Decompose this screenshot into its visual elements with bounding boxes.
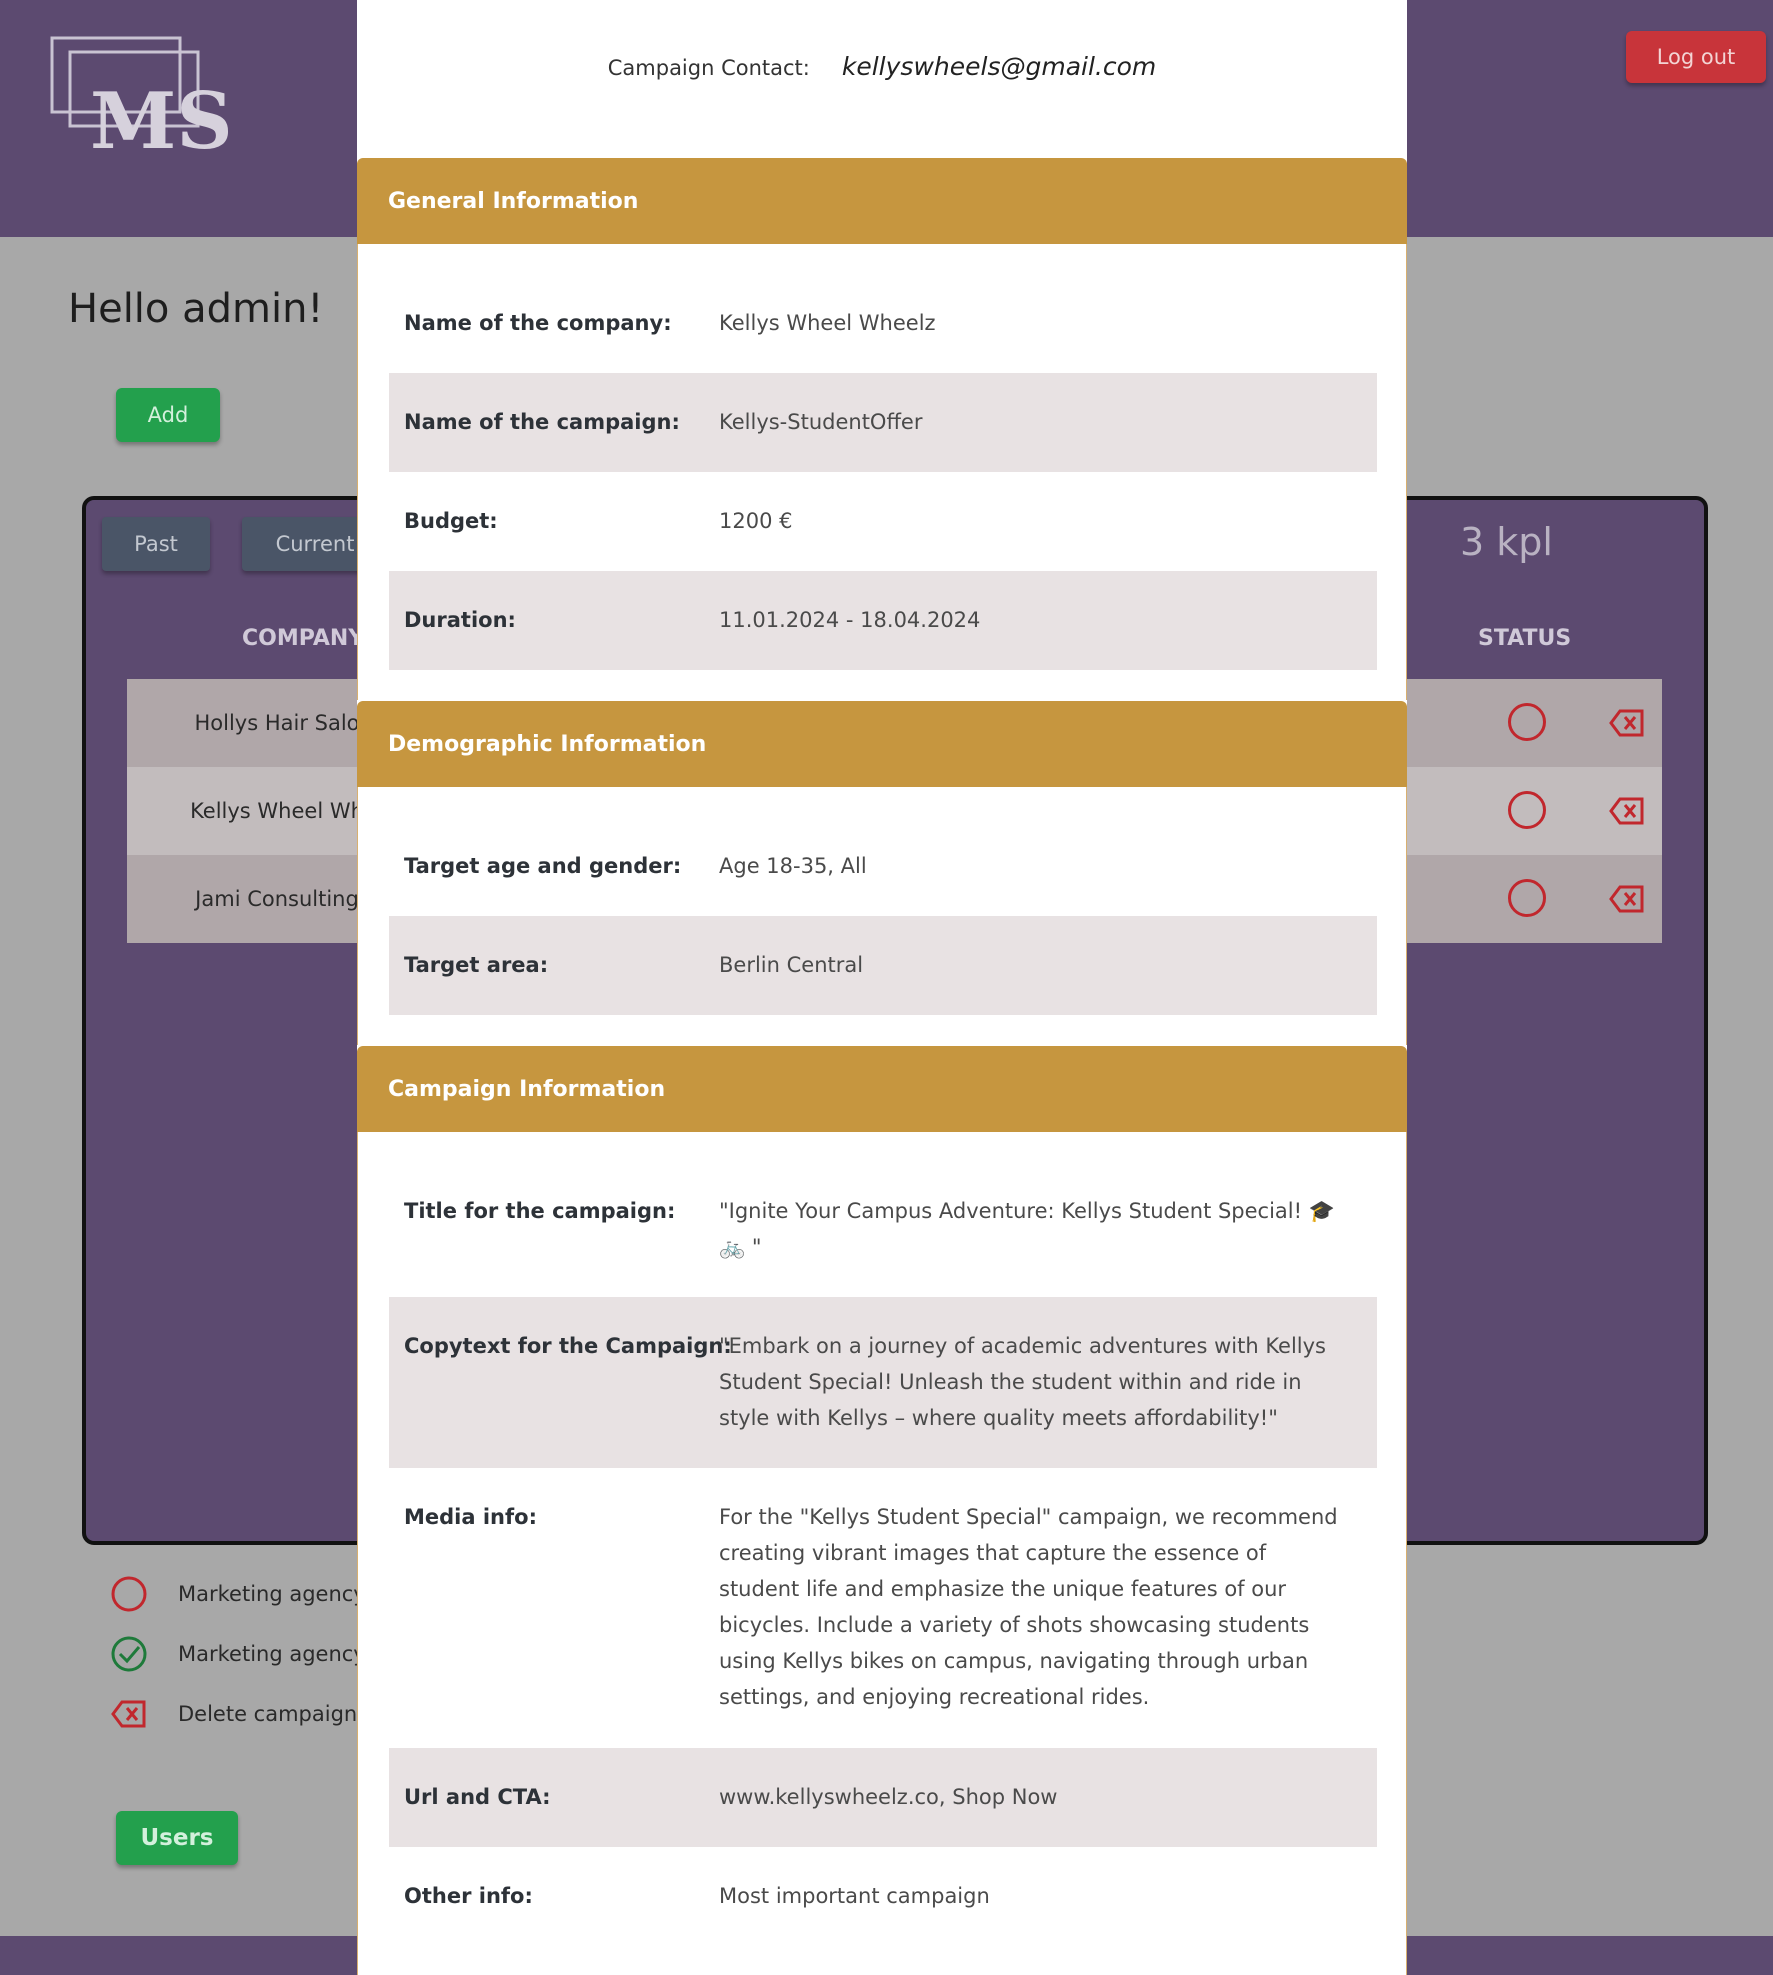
delete-icon [111, 1700, 146, 1728]
legend-text: Marketing agency [178, 1582, 366, 1606]
users-button[interactable]: Users [116, 1811, 238, 1865]
field-label: Name of the company: [404, 311, 672, 335]
field-value: Berlin Central [719, 953, 864, 977]
add-campaign-button[interactable]: Add [116, 388, 220, 442]
svg-text:MS: MS [90, 76, 230, 156]
delete-icon[interactable] [1608, 883, 1646, 915]
field-row: Copytext for the Campaign: "Embark on a … [389, 1297, 1377, 1468]
section-campaign: Title for the campaign: "Ignite Your Cam… [357, 1132, 1407, 1975]
contact-email[interactable]: kellyswheels@gmail.com [842, 52, 1156, 81]
delete-icon[interactable] [1608, 707, 1646, 739]
campaign-details-modal: Campaign Contact: kellyswheels@gmail.com… [357, 0, 1407, 1975]
field-row: Budget: 1200 € [389, 472, 1377, 571]
field-value: Kellys-StudentOffer [719, 410, 923, 434]
field-label: Other info: [404, 1884, 533, 1908]
field-label: Budget: [404, 509, 498, 533]
field-value: Kellys Wheel Wheelz [719, 311, 936, 335]
field-row: Target area: Berlin Central [389, 916, 1377, 1015]
legend-text: Delete campaign. [178, 1702, 364, 1726]
section-general: Name of the company: Kellys Wheel Wheelz… [357, 244, 1407, 700]
tab-past[interactable]: Past [102, 517, 210, 571]
field-value: For the "Kellys Student Special" campaig… [719, 1505, 1338, 1709]
legend-text: Marketing agency [178, 1642, 366, 1666]
section-header-general: General Information [357, 158, 1407, 244]
field-row: Url and CTA: www.kellyswheelz.co, Shop N… [389, 1748, 1377, 1847]
column-header-status: STATUS [1478, 626, 1572, 651]
section-demographic: Target age and gender: Age 18-35, All Ta… [357, 787, 1407, 1045]
section-header-demographic: Demographic Information [357, 701, 1407, 787]
logout-button[interactable]: Log out [1626, 31, 1766, 83]
field-label: Target area: [404, 953, 549, 977]
field-value: 11.01.2024 - 18.04.2024 [719, 608, 981, 632]
column-header-company: COMPANY [242, 626, 365, 651]
field-row: Name of the company: Kellys Wheel Wheelz [389, 244, 1377, 373]
field-row: Name of the campaign: Kellys-StudentOffe… [389, 373, 1377, 472]
field-label: Target age and gender: [404, 854, 682, 878]
field-value: Age 18-35, All [719, 854, 867, 878]
field-row: Target age and gender: Age 18-35, All [389, 787, 1377, 916]
field-row: Media info: For the "Kellys Student Spec… [389, 1468, 1377, 1748]
status-open-circle-icon[interactable] [1508, 879, 1546, 917]
status-open-circle-icon[interactable] [1508, 703, 1546, 741]
field-value: Most important campaign [719, 1884, 990, 1908]
field-value: "Ignite Your Campus Adventure: Kellys St… [719, 1199, 1335, 1259]
campaign-count: 3 kpl [1460, 520, 1553, 564]
field-row: Title for the campaign: "Ignite Your Cam… [389, 1132, 1377, 1297]
field-label: Name of the campaign: [404, 410, 680, 434]
field-label: Title for the campaign: [404, 1199, 676, 1223]
field-label: Duration: [404, 608, 516, 632]
status-done-check-icon [111, 1636, 147, 1672]
field-row: Other info: Most important campaign [389, 1847, 1377, 1946]
greeting-heading: Hello admin! [68, 286, 324, 332]
field-label: Url and CTA: [404, 1785, 551, 1809]
field-value: "Embark on a journey of academic adventu… [719, 1334, 1327, 1430]
contact-label: Campaign Contact: [607, 56, 810, 80]
delete-icon[interactable] [1608, 795, 1646, 827]
field-label: Media info: [404, 1505, 537, 1529]
status-open-circle-icon [111, 1576, 147, 1612]
field-value: 1200 € [719, 509, 793, 533]
field-row: Duration: 11.01.2024 - 18.04.2024 [389, 571, 1377, 670]
ms-logo: MS [50, 36, 230, 156]
status-open-circle-icon[interactable] [1508, 791, 1546, 829]
campaign-contact: Campaign Contact: kellyswheels@gmail.com [357, 52, 1407, 81]
section-header-campaign: Campaign Information [357, 1046, 1407, 1132]
field-label: Copytext for the Campaign: [404, 1334, 732, 1358]
field-value: www.kellyswheelz.co, Shop Now [719, 1785, 1058, 1809]
